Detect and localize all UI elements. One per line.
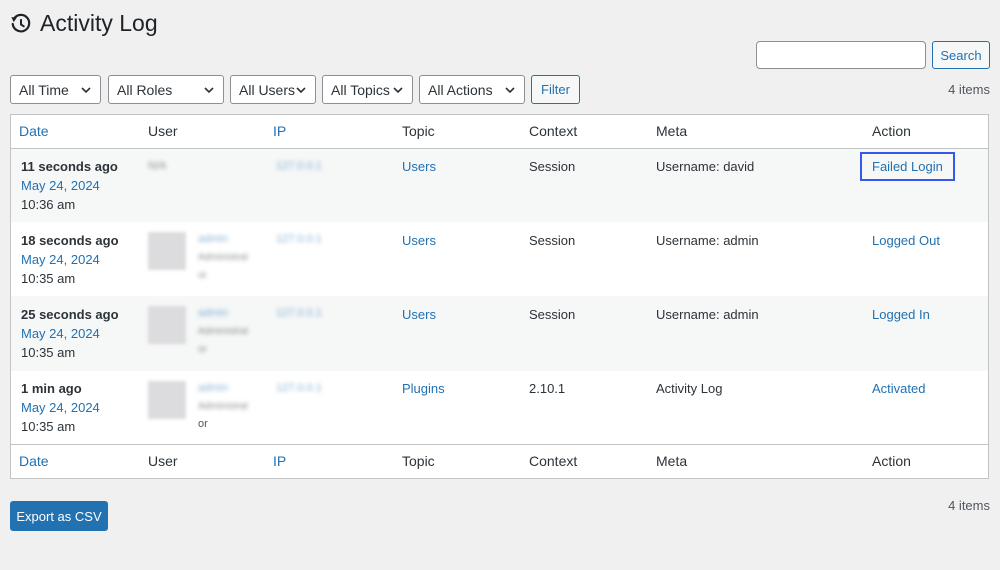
table-row: 1 min ago May 24, 2024 10:35 am admin Ad… — [11, 371, 988, 444]
filter-users-select[interactable]: All Users — [230, 75, 316, 104]
filter-topics-select[interactable]: All Topics — [322, 75, 413, 104]
context-text: Session — [529, 307, 576, 322]
context-text: Session — [529, 233, 576, 248]
action-link-highlighted[interactable]: Failed Login — [860, 152, 955, 181]
time-ago: 1 min ago — [21, 381, 82, 396]
column-meta: Meta — [656, 123, 688, 139]
column-date[interactable]: Date — [19, 123, 49, 139]
export-csv-button[interactable]: Export as CSV — [10, 501, 108, 531]
action-label[interactable]: Failed Login — [860, 152, 955, 181]
avatar — [148, 306, 186, 344]
user-role-wrap: or — [198, 418, 208, 430]
date-link[interactable]: May 24, 2024 — [21, 398, 100, 417]
topic-link[interactable]: Plugins — [402, 379, 445, 398]
table-row: 18 seconds ago May 24, 2024 10:35 am adm… — [11, 222, 988, 296]
items-count-bottom: 4 items — [948, 498, 990, 513]
filter-button[interactable]: Filter — [531, 75, 580, 104]
chevron-down-icon — [204, 87, 214, 94]
column-topic: Topic — [402, 453, 435, 469]
meta-text: Activity Log — [656, 381, 723, 396]
chevron-down-icon — [505, 87, 515, 94]
user-role-wrap: or — [198, 344, 207, 355]
column-ip[interactable]: IP — [273, 453, 286, 469]
history-icon — [10, 13, 32, 35]
chevron-down-icon — [296, 87, 306, 94]
time-text: 10:36 am — [21, 197, 76, 212]
user-name: N/A — [148, 160, 167, 172]
action-link[interactable]: Logged Out — [872, 231, 940, 250]
user-role: Administrat — [198, 401, 249, 412]
context-text: 2.10.1 — [529, 381, 566, 396]
time-ago: 11 seconds ago — [21, 159, 118, 174]
action-link[interactable]: Activated — [872, 379, 925, 398]
column-topic: Topic — [402, 123, 435, 139]
time-text: 10:35 am — [21, 419, 76, 434]
column-date[interactable]: Date — [19, 453, 49, 469]
column-action: Action — [872, 453, 911, 469]
topic-link[interactable]: Users — [402, 231, 436, 250]
filter-time-label: All Time — [19, 81, 69, 98]
avatar — [148, 232, 186, 270]
filter-actions-select[interactable]: All Actions — [419, 75, 525, 104]
filter-topics-label: All Topics — [331, 81, 390, 98]
avatar — [148, 381, 186, 419]
ip-address[interactable]: 127.0.0.1 — [276, 304, 322, 323]
chevron-down-icon — [393, 87, 403, 94]
activity-table: Date User IP Topic Context Meta Action 1… — [10, 114, 989, 479]
time-text: 10:35 am — [21, 271, 76, 286]
meta-text: Username: david — [656, 159, 755, 174]
items-count-top: 4 items — [948, 82, 990, 97]
time-text: 10:35 am — [21, 345, 76, 360]
user-name[interactable]: admin — [198, 379, 228, 398]
ip-address[interactable]: 127.0.0.1 — [276, 157, 322, 176]
meta-text: Username: admin — [656, 307, 759, 322]
topic-link[interactable]: Users — [402, 157, 436, 176]
page-title: Activity Log — [40, 10, 158, 36]
filter-time-select[interactable]: All Time — [10, 75, 101, 104]
date-cell: 1 min ago May 24, 2024 10:35 am — [21, 379, 100, 436]
filter-roles-select[interactable]: All Roles — [108, 75, 224, 104]
user-name[interactable]: admin — [198, 304, 228, 323]
ip-address[interactable]: 127.0.0.1 — [276, 230, 322, 249]
time-ago: 25 seconds ago — [21, 307, 119, 322]
user-role-wrap: or — [198, 270, 207, 281]
page-header: Activity Log — [10, 10, 158, 37]
chevron-down-icon — [81, 87, 91, 94]
date-link[interactable]: May 24, 2024 — [21, 250, 119, 269]
table-footer: Date User IP Topic Context Meta Action — [11, 444, 988, 478]
column-context: Context — [529, 123, 578, 139]
table-header: Date User IP Topic Context Meta Action — [11, 115, 988, 149]
column-meta: Meta — [656, 453, 688, 469]
date-link[interactable]: May 24, 2024 — [21, 176, 118, 195]
date-cell: 18 seconds ago May 24, 2024 10:35 am — [21, 231, 119, 288]
column-user: User — [148, 123, 178, 139]
date-link[interactable]: May 24, 2024 — [21, 324, 119, 343]
meta-text: Username: admin — [656, 233, 759, 248]
filter-actions-label: All Actions — [428, 81, 493, 98]
table-row: 25 seconds ago May 24, 2024 10:35 am adm… — [11, 296, 988, 371]
column-context: Context — [529, 453, 578, 469]
action-link[interactable]: Logged In — [872, 305, 930, 324]
date-cell: 11 seconds ago May 24, 2024 10:36 am — [21, 157, 118, 214]
column-action: Action — [872, 123, 911, 139]
topic-link[interactable]: Users — [402, 305, 436, 324]
user-name[interactable]: admin — [198, 230, 228, 249]
search-button[interactable]: Search — [932, 41, 990, 69]
user-role: Administrat — [198, 326, 249, 337]
filter-roles-label: All Roles — [117, 81, 173, 98]
column-ip[interactable]: IP — [273, 123, 286, 139]
table-row: 11 seconds ago May 24, 2024 10:36 am N/A… — [11, 149, 988, 222]
column-user: User — [148, 453, 178, 469]
user-role: Administrat — [198, 252, 249, 263]
search-input[interactable] — [756, 41, 926, 69]
ip-address[interactable]: 127.0.0.1 — [276, 379, 322, 398]
filter-users-label: All Users — [239, 81, 296, 98]
time-ago: 18 seconds ago — [21, 233, 119, 248]
date-cell: 25 seconds ago May 24, 2024 10:35 am — [21, 305, 119, 362]
context-text: Session — [529, 159, 576, 174]
